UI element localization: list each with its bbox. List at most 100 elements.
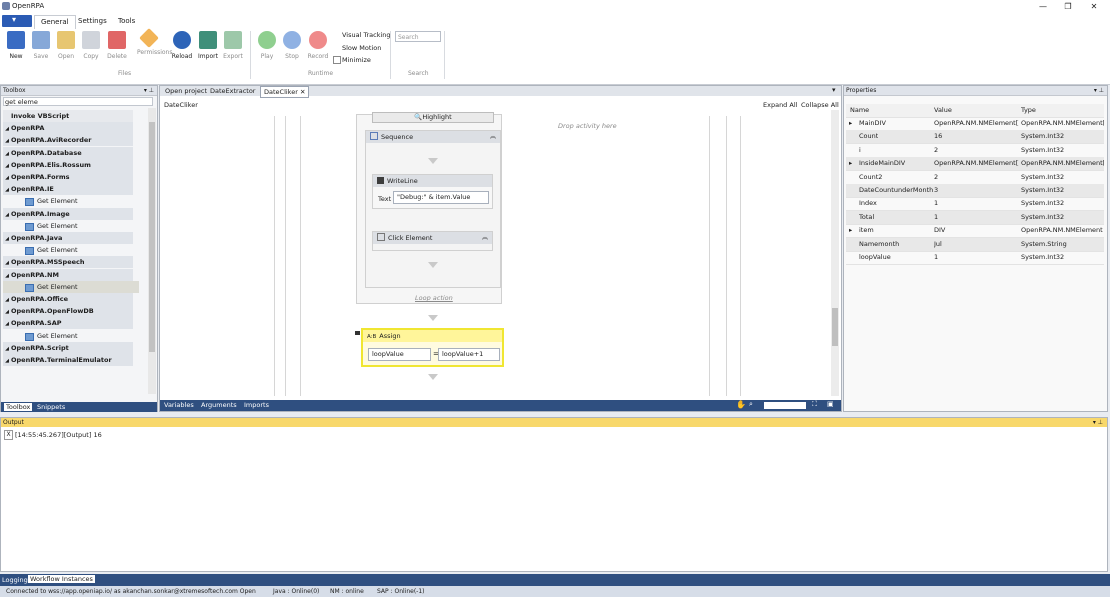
delete-button[interactable]: Delete — [105, 31, 129, 71]
expand-triangle-icon[interactable]: ◢ — [3, 257, 11, 269]
toolbox-category[interactable]: ◢ OpenRPA.Image — [3, 207, 133, 220]
toolbox-category[interactable]: ◢ OpenRPA.OpenFlowDB — [3, 305, 133, 318]
expand-triangle-icon[interactable]: ◢ — [3, 270, 11, 282]
expand-triangle-icon[interactable]: ◢ — [3, 135, 11, 147]
tab-snippets[interactable]: Snippets — [37, 403, 65, 411]
export-button[interactable]: Export — [221, 31, 245, 71]
tab-dateextractor[interactable]: DateExtractor — [207, 86, 258, 96]
clear-output-button[interactable]: X — [4, 430, 13, 440]
toolbox-category[interactable]: ◢ OpenRPA.NM — [3, 268, 133, 282]
property-row[interactable]: Namemonth Jul System.String — [846, 237, 1104, 252]
toolbox-scrollbar[interactable] — [148, 108, 156, 394]
copy-button[interactable]: Copy — [79, 31, 103, 71]
designer-scrollbar-thumb[interactable] — [832, 308, 838, 346]
property-row[interactable]: loopValue 1 System.Int32 — [846, 251, 1104, 265]
property-value[interactable]: Jul — [934, 238, 1019, 251]
expand-arrow-icon[interactable]: ▸ — [849, 157, 852, 170]
breadcrumb[interactable]: DateCliker — [164, 101, 198, 109]
fit-screen-icon[interactable]: ⛶ — [812, 400, 817, 409]
tab-toolbox[interactable]: Toolbox — [4, 403, 33, 411]
pan-icon[interactable]: ✋ — [736, 400, 746, 409]
writeline-activity[interactable]: WriteLine Text "Debug:" & item.Value — [372, 174, 493, 209]
property-value[interactable]: 1 — [934, 211, 1019, 224]
expand-triangle-icon[interactable]: ◢ — [3, 355, 11, 367]
permissions-button[interactable]: Permissions — [137, 28, 173, 71]
property-row[interactable]: ▸ item DIV OpenRPA.NM.NMElement — [846, 224, 1104, 239]
property-row[interactable]: i 2 System.Int32 — [846, 144, 1104, 158]
tab-datecliker[interactable]: DateCliker ✕ — [260, 86, 310, 98]
property-value[interactable]: 2 — [934, 171, 1019, 184]
pin-icon[interactable]: ▾ ⊥ — [144, 86, 154, 95]
expand-triangle-icon[interactable]: ◢ — [3, 172, 11, 184]
property-row[interactable]: Index 1 System.Int32 — [846, 197, 1104, 212]
highlight-button[interactable]: 🔍Highlight — [372, 112, 494, 123]
toolbox-category[interactable]: ◢ OpenRPA.Forms — [3, 171, 133, 183]
property-row[interactable]: ▸ MainDIV OpenRPA.NM.NMElement[] OpenRPA.NM… — [846, 117, 1104, 131]
open-button[interactable]: Open — [54, 31, 78, 71]
expand-triangle-icon[interactable]: ◢ — [3, 233, 11, 245]
expand-triangle-icon[interactable]: ◢ — [3, 160, 11, 172]
play-button[interactable]: Play — [255, 31, 279, 71]
expand-all-link[interactable]: Expand All — [763, 101, 797, 109]
toolbox-scrollbar-thumb[interactable] — [149, 122, 155, 352]
toolbox-category[interactable]: ◢ OpenRPA.Database — [3, 146, 133, 160]
expand-triangle-icon[interactable]: ◢ — [3, 306, 11, 318]
close-button[interactable]: ✕ — [1083, 1, 1105, 12]
property-row[interactable]: Count2 2 System.Int32 — [846, 171, 1104, 185]
property-value[interactable]: 1 — [934, 251, 1019, 264]
tab-tools[interactable]: Tools — [112, 15, 141, 28]
tab-open-project[interactable]: Open project — [162, 86, 210, 96]
toolbox-category[interactable]: ◢ OpenRPA — [3, 122, 133, 135]
assign-to-input[interactable]: loopValue — [368, 348, 431, 361]
property-value[interactable]: 2 — [934, 144, 1019, 157]
property-row[interactable]: Total 1 System.Int32 — [846, 210, 1104, 225]
toolbox-category[interactable]: ◢ OpenRPA.Elis.Rossum — [3, 158, 133, 172]
zoom-icon[interactable]: ⌕ — [749, 400, 753, 409]
minimize-checkbox[interactable] — [333, 56, 341, 64]
pin-icon[interactable]: ▾ ⊥ — [1093, 418, 1103, 427]
import-button[interactable]: Import — [196, 31, 220, 71]
collapse-icon[interactable]: ︽ — [482, 232, 488, 244]
toolbox-category[interactable]: ◢ OpenRPA.AviRecorder — [3, 134, 133, 147]
toolbox-item-get-element[interactable]: Get Element — [3, 330, 139, 342]
toolbox-search-input[interactable]: get eleme — [3, 97, 153, 106]
toolbox-category[interactable]: ◢ OpenRPA.IE — [3, 183, 133, 196]
expand-triangle-icon[interactable]: ◢ — [3, 148, 11, 160]
expand-triangle-icon[interactable]: ◢ — [3, 294, 11, 306]
toolbox-item-get-element[interactable]: Get Element — [3, 195, 139, 207]
record-button[interactable]: Record — [306, 31, 330, 71]
variables-tab[interactable]: Variables — [164, 401, 194, 409]
toolbox-category[interactable]: ◢ OpenRPA.Script — [3, 341, 133, 355]
property-value[interactable]: OpenRPA.NM.NMElement[] — [934, 117, 1019, 130]
app-menu-button[interactable]: ▾ — [2, 15, 32, 27]
property-value[interactable]: OpenRPA.NM.NMElement[] — [934, 157, 1019, 170]
toolbox-category[interactable]: ◢ OpenRPA.Office — [3, 293, 133, 305]
arguments-tab[interactable]: Arguments — [201, 401, 237, 409]
collapse-all-link[interactable]: Collapse All — [801, 101, 839, 109]
overview-icon[interactable]: ▣ — [827, 400, 834, 408]
expand-arrow-icon[interactable]: ▸ — [849, 224, 852, 237]
tab-workflow-instances[interactable]: Workflow Instances — [28, 575, 95, 583]
pin-icon[interactable]: ▾ ⊥ — [1094, 86, 1104, 95]
expand-triangle-icon[interactable]: ◢ — [3, 343, 11, 355]
property-value[interactable]: DIV — [934, 224, 1019, 237]
restore-button[interactable]: ❐ — [1057, 1, 1079, 12]
toolbox-item-get-element[interactable]: Get Element — [3, 220, 139, 232]
expand-triangle-icon[interactable]: ◢ — [3, 184, 11, 196]
expand-triangle-icon[interactable]: ◢ — [3, 318, 11, 330]
property-row[interactable]: ▸ InsideMainDIV OpenRPA.NM.NMElement[] Open… — [846, 157, 1104, 172]
toolbox-item[interactable]: Invoke VBScript — [3, 110, 133, 122]
expand-arrow-icon[interactable]: ▸ — [849, 117, 852, 130]
property-row[interactable]: DateCountunderMonth 3 System.Int32 — [846, 184, 1104, 198]
tab-logging[interactable]: Logging — [2, 576, 28, 584]
assign-value-input[interactable]: loopValue+1 — [438, 348, 500, 361]
visual-tracking-button[interactable]: Visual Tracking — [342, 31, 391, 39]
tab-settings[interactable]: Settings — [72, 15, 113, 28]
slow-motion-button[interactable]: Slow Motion — [342, 44, 381, 52]
designer-scrollbar[interactable] — [831, 110, 839, 396]
toolbox-category[interactable]: ◢ OpenRPA.Java — [3, 232, 133, 244]
property-value[interactable]: 1 — [934, 197, 1019, 210]
property-value[interactable]: 3 — [934, 184, 1019, 197]
tab-general[interactable]: General — [34, 15, 76, 29]
toolbox-category[interactable]: ◢ OpenRPA.MSSpeech — [3, 256, 133, 269]
